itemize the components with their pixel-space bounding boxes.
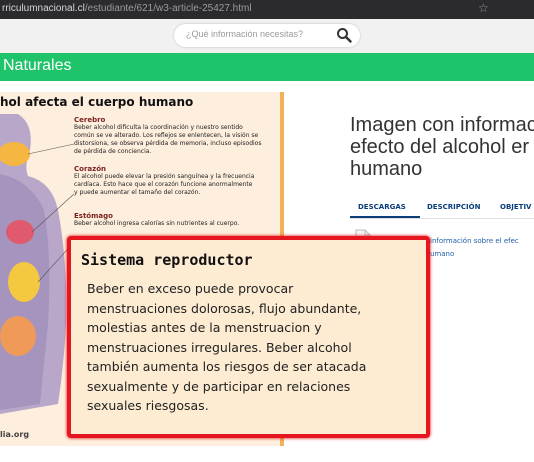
description-line: umano — [430, 250, 455, 258]
resource-title-line: efecto del alcohol er — [350, 136, 530, 158]
star-icon[interactable]: ☆ — [478, 1, 489, 15]
organ-text-line: Beber alcohol ingresa calorías sin nutri… — [74, 220, 240, 227]
resource-title-line: Imagen con informac — [350, 114, 534, 136]
organ-text-line: cardíaca. Esto hace que el corazón funci… — [74, 181, 253, 188]
organ-text-line: distorsiona, se observa pérdida de memor… — [74, 140, 262, 147]
tabs-divider — [350, 218, 534, 219]
organ-heading: Corazón — [74, 165, 106, 173]
organ-heading: Estómago — [74, 212, 113, 220]
search-box[interactable]: ¿Qué información necesitas? — [174, 24, 360, 47]
url-text[interactable]: rriculumnacional.cl/estudiante/621/w3-ar… — [2, 3, 252, 14]
callout-line: menstruaciones dolorosas, flujo abundant… — [87, 300, 362, 316]
organ-text-line: de pérdida de conciencia. — [74, 148, 152, 155]
organ-text-line: El alcohol puede elevar la presión sangu… — [74, 173, 255, 180]
infographic-title: hol afecta el cuerpo humano — [0, 95, 194, 109]
site-header: ¿Qué información necesitas? — [0, 19, 534, 53]
callout-line: menstruaciones irregulares. Beber alcoho… — [87, 339, 352, 355]
callout-line: sexuales riesgosas. — [87, 398, 209, 413]
callout-line: sexualmente y de participar en relacione… — [87, 378, 351, 394]
body-illustration — [0, 114, 75, 414]
organ-text-line: Beber alcohol dificulta la coordinación … — [74, 124, 243, 131]
search-input[interactable]: ¿Qué información necesitas? — [186, 29, 303, 39]
reproductive-system-callout: Sistema reproductor Beber en exceso pued… — [67, 236, 430, 438]
url-domain: rriculumnacional.cl — [2, 3, 85, 14]
resource-title-line: humano — [350, 158, 423, 180]
description-line: información sobre el efec — [430, 237, 519, 245]
organ-heading: Cerebro — [74, 116, 106, 124]
browser-address-bar[interactable]: rriculumnacional.cl/estudiante/621/w3-ar… — [0, 0, 534, 19]
search-icon[interactable] — [336, 27, 352, 43]
image-credit: lia.org — [0, 430, 30, 439]
callout-line: también aumenta los riesgos de ser ataca… — [87, 359, 367, 374]
resource-description-link[interactable]: información sobre el efec umano — [430, 235, 519, 261]
callout-title: Sistema reproductor — [81, 251, 253, 269]
organ-note-cerebro: Cerebro Beber alcohol dificulta la coord… — [74, 116, 280, 156]
url-path: /estudiante/621/w3-article-25427.html — [84, 3, 252, 14]
organ-text-line: y puede aumentar el tamaño del corazón. — [74, 189, 201, 196]
organ-text-line: común se ve alterado. Los reflejos se en… — [74, 132, 259, 139]
callout-line: Beber en exceso puede provocar — [87, 281, 294, 296]
callout-body: Beber en exceso puede provocar menstruac… — [87, 279, 427, 416]
tab-objetivos[interactable]: OBJETIV — [500, 203, 531, 211]
resource-title: Imagen con informac efecto del alcohol e… — [350, 114, 534, 180]
section-title: Naturales — [3, 57, 72, 74]
organ-note-corazon: Corazón El alcohol puede elevar la presi… — [74, 165, 280, 197]
tab-descargas[interactable]: DESCARGAS — [358, 203, 406, 211]
tab-descripcion[interactable]: DESCRIPCIÓN — [427, 203, 480, 211]
organ-note-estomago: Estómago Beber alcohol ingresa calorías … — [74, 212, 280, 228]
section-bar: Naturales — [0, 53, 534, 81]
callout-line: molestias antes de la menstruacion y — [87, 320, 322, 335]
